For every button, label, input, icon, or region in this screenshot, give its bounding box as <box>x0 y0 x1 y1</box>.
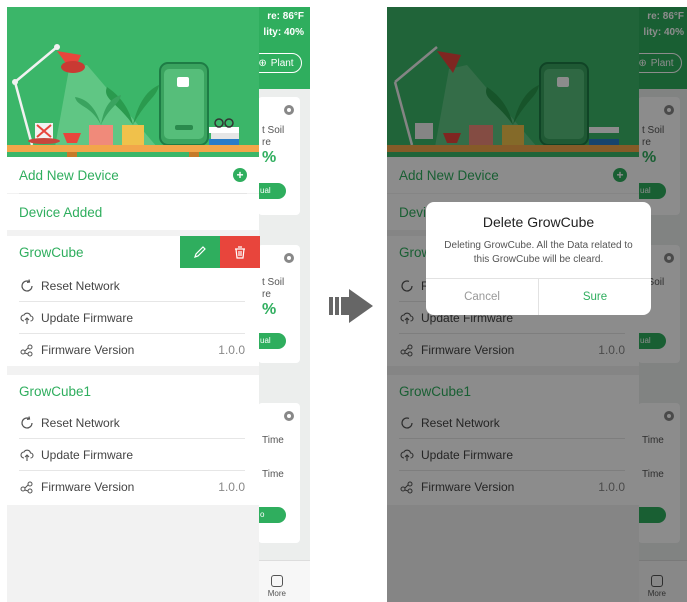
action-pill[interactable]: o <box>258 507 286 523</box>
confirm-button[interactable]: Sure <box>539 279 651 315</box>
more-tab[interactable]: More <box>268 575 286 598</box>
device-menu-growcube: Reset Network Update Firmware Firmware V… <box>7 268 259 366</box>
device-header-growcube1[interactable]: GrowCube1 <box>7 375 259 407</box>
arrow-right-icon <box>329 289 373 323</box>
update-firmware-item[interactable]: Update Firmware <box>19 439 245 471</box>
dialog-message: Deleting GrowCube. All the Data related … <box>444 240 633 265</box>
reset-icon <box>19 415 35 431</box>
firmware-version-item: Firmware Version 1.0.0 <box>19 471 245 503</box>
add-new-device-label: Add New Device <box>19 167 119 183</box>
reset-network-item[interactable]: Reset Network <box>19 270 245 302</box>
sensor-card[interactable]: t Soil re % ual <box>258 97 300 215</box>
humidity-readout: lity: 40% <box>263 27 304 38</box>
device-name: GrowCube1 <box>19 383 92 399</box>
gear-icon[interactable] <box>284 411 294 421</box>
device-name: GrowCube <box>19 244 84 260</box>
delete-device-dialog: Delete GrowCube Deleting GrowCube. All t… <box>426 202 651 315</box>
phone-screen-before: re: 86°F lity: 40% ⊕ Plant t Soil re % ua… <box>7 7 310 602</box>
sensor-card[interactable]: t Soil re % ual <box>258 245 300 363</box>
share-nodes-icon <box>19 342 35 358</box>
upload-cloud-icon <box>19 447 35 463</box>
gear-icon[interactable] <box>284 253 294 263</box>
dialog-title: Delete GrowCube <box>482 214 595 230</box>
upload-cloud-icon <box>19 310 35 326</box>
firmware-version-value: 1.0.0 <box>218 480 245 494</box>
reset-network-item[interactable]: Reset Network <box>19 407 245 439</box>
timer-card[interactable]: Time Time o <box>258 403 300 543</box>
plus-icon[interactable]: + <box>233 168 247 182</box>
temperature-readout: re: 86°F <box>267 11 304 22</box>
device-added-label: Device Added <box>19 204 103 220</box>
action-pill[interactable]: ual <box>258 333 286 349</box>
firmware-version-value: 1.0.0 <box>218 343 245 357</box>
phone-screen-after: re: 86°F lity: 40% ⊕ Plant t Soil re % ua… <box>387 7 687 602</box>
reset-icon <box>19 278 35 294</box>
update-firmware-item[interactable]: Update Firmware <box>19 302 245 334</box>
gear-icon[interactable] <box>284 105 294 115</box>
side-drawer: Add New Device + Device Added GrowCube R… <box>7 7 260 602</box>
edit-icon <box>194 246 206 258</box>
delete-button[interactable] <box>220 236 260 268</box>
dialog-button-bar: Cancel Sure <box>426 278 651 315</box>
add-new-device-row[interactable]: Add New Device + <box>7 157 259 193</box>
trash-icon <box>235 246 245 259</box>
plant-icon: ⊕ <box>258 57 267 69</box>
edit-button[interactable] <box>180 236 220 268</box>
share-nodes-icon <box>19 479 35 495</box>
device-menu-growcube1: Reset Network Update Firmware Firmware V… <box>7 407 259 505</box>
more-icon <box>270 575 283 587</box>
device-added-row: Device Added <box>7 194 259 230</box>
cancel-button[interactable]: Cancel <box>426 279 539 315</box>
drawer-banner-illustration <box>7 7 259 157</box>
firmware-version-item: Firmware Version 1.0.0 <box>19 334 245 366</box>
action-pill[interactable]: ual <box>258 183 286 199</box>
